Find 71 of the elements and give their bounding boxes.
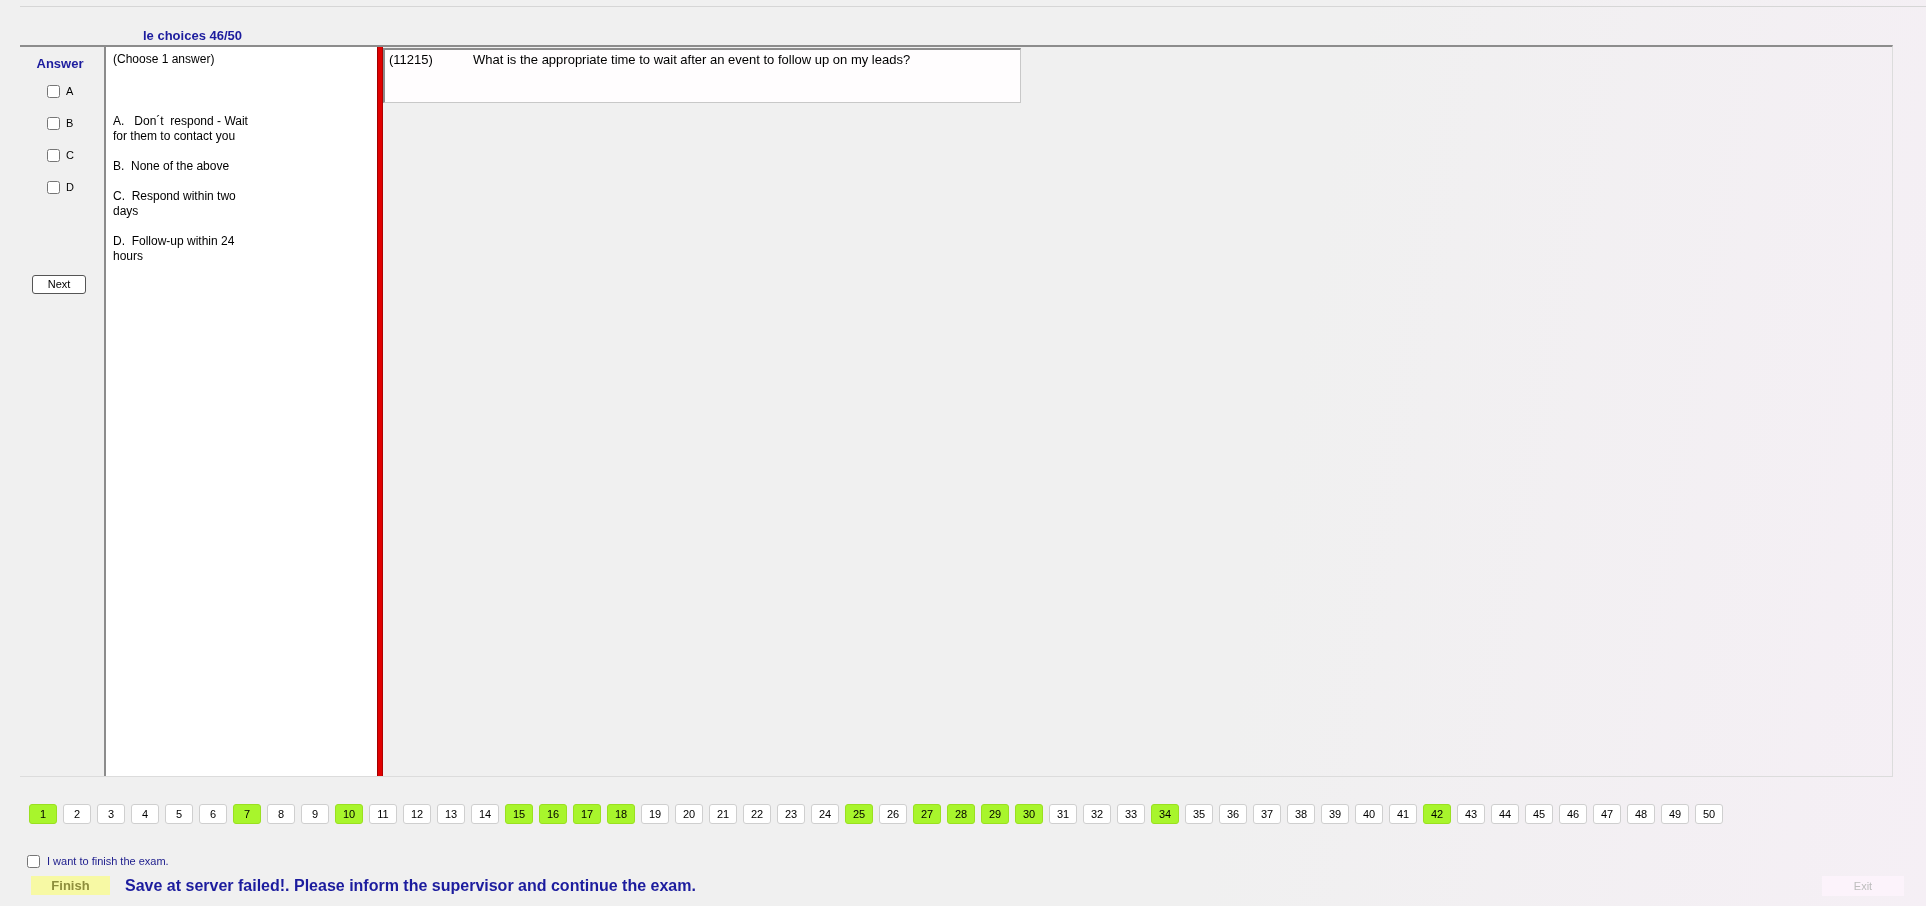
question-nav-button[interactable]: 18	[607, 804, 635, 824]
question-nav-button[interactable]: 11	[369, 804, 397, 824]
answer-checkbox[interactable]	[47, 148, 60, 162]
question-nav-button[interactable]: 10	[335, 804, 363, 824]
question-nav-button[interactable]: 47	[1593, 804, 1621, 824]
question-nav-button[interactable]: 14	[471, 804, 499, 824]
question-nav-button[interactable]: 6	[199, 804, 227, 824]
next-button[interactable]: Next	[32, 275, 86, 294]
question-nav-button[interactable]: 13	[437, 804, 465, 824]
question-nav-button[interactable]: 17	[573, 804, 601, 824]
question-nav-button[interactable]: 15	[505, 804, 533, 824]
question-nav-button[interactable]: 1	[29, 804, 57, 824]
question-nav-button[interactable]: 44	[1491, 804, 1519, 824]
choice-text: C. Respond within two days	[113, 189, 237, 219]
question-nav-button[interactable]: 2	[63, 804, 91, 824]
question-nav-button[interactable]: 31	[1049, 804, 1077, 824]
question-nav-button[interactable]: 24	[811, 804, 839, 824]
question-nav-button[interactable]: 32	[1083, 804, 1111, 824]
question-nav-button[interactable]: 48	[1627, 804, 1655, 824]
question-nav-button[interactable]: 46	[1559, 804, 1587, 824]
question-nav-button[interactable]: 42	[1423, 804, 1451, 824]
question-nav-button[interactable]: 27	[913, 804, 941, 824]
question-nav-button[interactable]: 5	[165, 804, 193, 824]
question-nav-button[interactable]: 8	[267, 804, 295, 824]
question-nav-button[interactable]: 3	[97, 804, 125, 824]
question-nav-button[interactable]: 41	[1389, 804, 1417, 824]
finish-checkbox-label[interactable]: I want to finish the exam.	[47, 852, 169, 870]
question-nav-button[interactable]: 19	[641, 804, 669, 824]
question-nav-button[interactable]: 26	[879, 804, 907, 824]
question-nav-button[interactable]: 36	[1219, 804, 1247, 824]
answer-heading: Answer	[35, 56, 85, 72]
question-nav-button[interactable]: 20	[675, 804, 703, 824]
question-nav-button[interactable]: 45	[1525, 804, 1553, 824]
question-number: (11215)	[389, 52, 434, 69]
choice-text: D. Follow-up within 24 hours	[113, 234, 236, 264]
answer-option-label[interactable]: B	[66, 114, 74, 132]
answer-option-label[interactable]: C	[66, 146, 74, 164]
question-nav-button[interactable]: 9	[301, 804, 329, 824]
answer-checkbox[interactable]	[47, 180, 60, 194]
question-nav-button[interactable]: 25	[845, 804, 873, 824]
question-nav-button[interactable]: 21	[709, 804, 737, 824]
question-nav-button[interactable]: 49	[1661, 804, 1689, 824]
answer-checkbox[interactable]	[47, 116, 60, 130]
question-nav-button[interactable]: 33	[1117, 804, 1145, 824]
question-nav-button[interactable]: 34	[1151, 804, 1179, 824]
question-nav-button[interactable]: 29	[981, 804, 1009, 824]
question-nav-button[interactable]: 12	[403, 804, 431, 824]
exam-title: le choices 46/50	[143, 28, 242, 43]
question-nav-button[interactable]: 37	[1253, 804, 1281, 824]
question-text: What is the appropriate time to wait after an event to follow up on my leads?	[473, 52, 911, 69]
instruction-text: (Choose 1 answer)	[113, 52, 216, 67]
question-nav-button[interactable]: 50	[1695, 804, 1723, 824]
question-nav-button[interactable]: 28	[947, 804, 975, 824]
answer-checkbox[interactable]	[47, 84, 60, 98]
error-message: Save at server failed!. Please inform the supervisor and continue the exam.	[125, 876, 696, 895]
question-nav-button[interactable]: 40	[1355, 804, 1383, 824]
question-nav-button[interactable]: 22	[743, 804, 771, 824]
question-nav-button[interactable]: 35	[1185, 804, 1213, 824]
question-nav-button[interactable]: 16	[539, 804, 567, 824]
question-nav-button[interactable]: 43	[1457, 804, 1485, 824]
question-nav-button[interactable]: 39	[1321, 804, 1349, 824]
answer-option-label[interactable]: D	[66, 178, 74, 196]
question-nav-button[interactable]: 30	[1015, 804, 1043, 824]
question-nav-button[interactable]: 38	[1287, 804, 1315, 824]
answer-option-label[interactable]: A	[66, 82, 74, 100]
question-nav-button[interactable]: 23	[777, 804, 805, 824]
choice-text: B. None of the above	[113, 159, 231, 174]
finish-checkbox[interactable]	[27, 854, 40, 868]
question-nav-button[interactable]: 7	[233, 804, 261, 824]
choice-text: A. Don´t respond - Wait for them to contact you	[113, 114, 249, 144]
question-nav-button[interactable]: 4	[131, 804, 159, 824]
